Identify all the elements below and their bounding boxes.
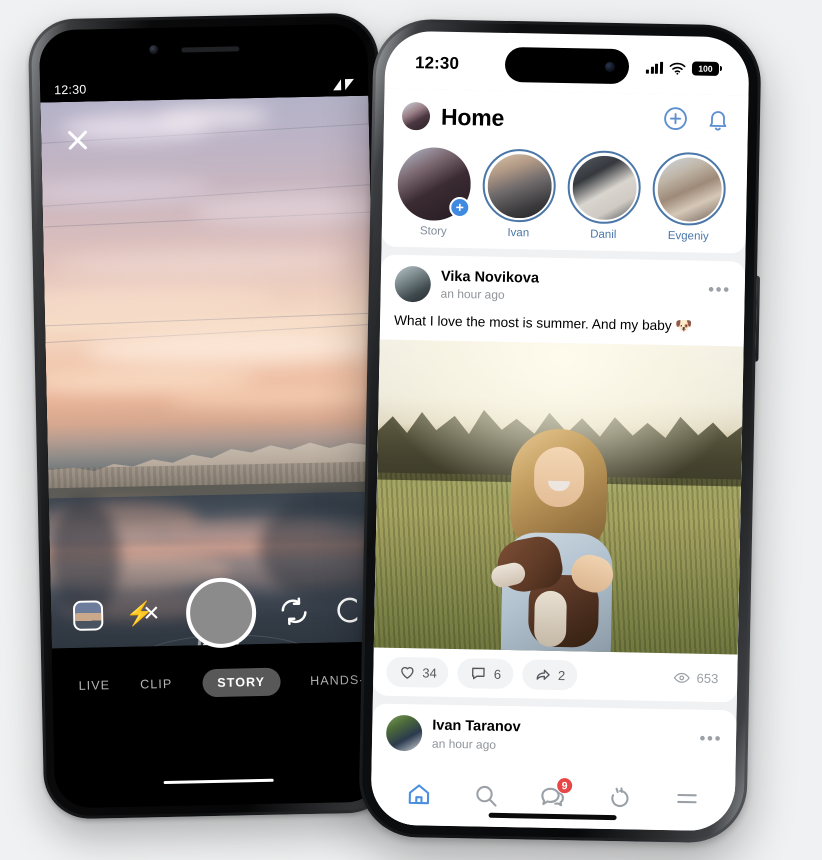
share-count: 2 [557,667,566,684]
app-header: Home [383,88,749,150]
story-item-danil[interactable]: Danil [566,150,643,241]
post-author: Vika Novikova [440,268,540,287]
add-story-icon[interactable]: + [449,196,471,219]
flip-camera-icon[interactable] [278,596,309,627]
ios-status-icons: 100 [646,61,720,76]
camera-mode-selector: LIVE CLIP STORY HANDS-FREE [52,653,383,713]
search-icon [476,785,497,807]
close-icon[interactable] [63,125,92,154]
share-icon [536,670,550,681]
more-options-icon[interactable]: ••• [699,729,722,749]
view-count-group: 653 [673,669,724,687]
android-story-camera: ⚡ ✕ LIVE CLIP STORY HANDS-FREE [40,95,384,809]
comment-icon [472,668,486,680]
story-item-own[interactable]: + Story [396,146,473,238]
hamburger-menu-icon [677,793,698,804]
story-avatar [566,150,642,225]
android-phone: 12:30 ⚡ ✕ LIVE CLIP STORY HANDS-FREE [27,12,395,820]
heart-icon [401,667,414,680]
view-count: 653 [696,670,719,687]
post-card: Vika Novikova an hour ago ••• What I lov… [372,254,746,703]
post-header: Ivan Taranov an hour ago ••• [372,704,737,764]
page-title: Home [440,103,505,131]
eye-icon [674,672,691,683]
post-timestamp: an hour ago [431,736,497,752]
header-actions [663,106,731,137]
more-effects-icon[interactable] [331,595,358,626]
signal-strength-icon [332,78,342,90]
front-camera-icon [604,61,616,72]
post-actions: 34 6 2 653 [373,648,738,703]
camera-controls: ⚡ ✕ [50,577,379,649]
tab-home[interactable] [397,777,440,812]
story-label: Story [419,225,447,238]
android-status-icons [332,78,355,90]
story-label: Evgeniy [667,230,709,243]
comment-button[interactable]: 6 [457,658,514,690]
comment-count: 6 [493,666,502,682]
messages-badge: 9 [555,776,574,795]
front-camera-icon [149,45,159,55]
earpiece-speaker [181,46,240,53]
like-button[interactable]: 34 [386,657,450,689]
avatar[interactable] [385,715,423,752]
ios-status-time: 12:30 [414,53,460,73]
post-timestamp: an hour ago [440,286,505,302]
tab-messages[interactable]: 9 [532,776,575,815]
iphone-device: 12:30 100 Home + Story Ivan Danil Evgeni… [358,18,762,844]
tab-menu[interactable] [666,782,709,817]
gallery-thumbnail-button[interactable] [72,600,104,631]
story-item-evgeniy[interactable]: Evgeniy [651,151,728,243]
like-count: 34 [422,665,437,681]
bottom-tab-bar: 9 [370,762,736,832]
clips-icon [611,787,629,808]
story-preview-photo [40,95,380,649]
post-header: Vika Novikova an hour ago ••• [380,255,745,315]
battery-icon: 100 [691,61,720,76]
post-author: Ivan Taranov [432,718,521,736]
android-status-time: 12:30 [53,82,87,98]
android-top-bezel [38,23,368,79]
camera-mode-story[interactable]: STORY [202,667,281,698]
wifi-triangle-icon [344,78,355,90]
avatar[interactable] [401,101,431,131]
share-button[interactable]: 2 [521,659,578,691]
screenshot-stage: 12:30 ⚡ ✕ LIVE CLIP STORY HANDS-FREE 12:… [0,0,822,860]
home-icon [408,784,429,805]
avatar-image [656,156,722,222]
dynamic-island [504,46,630,85]
story-avatar [482,148,557,223]
cellular-bars-icon [646,61,664,74]
post-meta: Ivan Taranov an hour ago [432,717,521,753]
plus-circle-icon[interactable] [663,106,689,136]
story-label: Danil [590,228,617,242]
story-item-ivan[interactable]: Ivan [481,148,558,239]
tab-search[interactable] [464,778,507,813]
post-image[interactable] [373,340,744,655]
story-avatar [651,151,727,227]
dog-chest [533,591,567,648]
stories-carousel: + Story Ivan Danil Evgeniy [381,142,748,254]
post-meta: Vika Novikova an hour ago [440,268,539,304]
iphone-screen: 12:30 100 Home + Story Ivan Danil Evgeni… [370,30,750,832]
more-options-icon[interactable]: ••• [708,280,731,300]
avatar-image [486,153,552,219]
shutter-button[interactable] [185,577,257,649]
camera-mode-live[interactable]: LIVE [78,678,110,693]
tab-clips[interactable] [599,781,642,816]
android-home-indicator[interactable] [163,778,274,785]
flash-off-icon[interactable]: ⚡ ✕ [125,599,164,630]
story-avatar: + [397,146,472,222]
person-face [533,447,585,508]
camera-mode-clip[interactable]: CLIP [140,677,172,692]
android-screen: 12:30 ⚡ ✕ LIVE CLIP STORY HANDS-FREE [38,23,384,809]
story-label: Ivan [507,226,530,240]
avatar[interactable] [394,265,432,303]
app-content: Home + Story Ivan Danil Evgeniy Vika Nov… [370,88,749,832]
avatar-image [571,154,637,220]
bell-icon[interactable] [706,107,731,136]
wifi-icon [669,62,686,75]
